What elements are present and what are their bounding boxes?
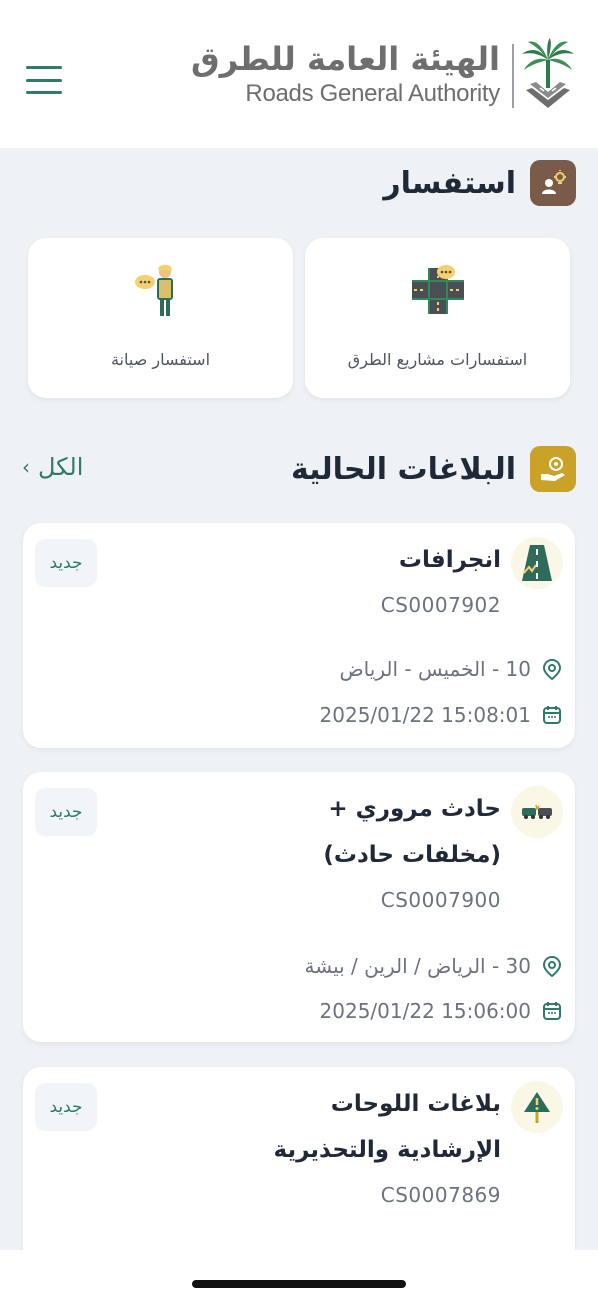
hand-report-icon: [541, 457, 565, 481]
see-all-link[interactable]: الكل ›: [22, 453, 83, 481]
report-datetime-row: 15:06:00 2025/01/22: [320, 999, 563, 1023]
report-location: 10 - الخميس - الرياض: [339, 657, 532, 681]
idea-person-icon: [542, 170, 566, 194]
status-badge: جديد: [35, 539, 97, 587]
logo-divider: [512, 44, 514, 108]
inquiry-section-title: استفسار: [383, 166, 516, 201]
report-location: 30 - الرياض / الرين / بيشة: [304, 954, 531, 978]
calendar-icon: [543, 706, 561, 724]
road-projects-inquiry-card[interactable]: استفسارات مشاريع الطرق: [305, 238, 570, 398]
status-badge: جديد: [35, 1083, 97, 1131]
report-datetime: 15:06:00 2025/01/22: [319, 999, 531, 1023]
logo-arabic-text: الهيئة العامة للطرق: [191, 40, 500, 78]
report-title-line2: الإرشادية والتحذيرية: [273, 1137, 502, 1163]
report-card[interactable]: جديد حادث مروري + (مخلفات حادث) CS000790…: [23, 772, 575, 1042]
palm-road-logo-icon: [522, 38, 574, 108]
calendar-icon: [543, 1002, 561, 1020]
logo-english-text: Roads General Authority: [245, 80, 500, 107]
report-title: انجرافات: [398, 547, 501, 573]
report-number: CS0007902: [380, 593, 501, 617]
bottom-bar: [0, 1250, 598, 1300]
maintenance-inquiry-label: استفسار صيانة: [110, 350, 211, 369]
report-location-row: 10 - الخميس - الرياض: [340, 657, 564, 681]
location-pin-icon: [542, 955, 562, 977]
chevron-left-icon: ›: [22, 455, 30, 479]
reports-section-icon: [530, 446, 576, 492]
report-location-row: 30 - الرياض / الرين / بيشة: [305, 954, 563, 978]
location-pin-icon: [542, 658, 562, 680]
home-indicator[interactable]: [192, 1280, 406, 1288]
road-erosion-icon: [511, 537, 563, 589]
report-number: CS0007900: [380, 888, 501, 912]
report-title: بلاغات اللوحات: [330, 1091, 501, 1117]
maintenance-inquiry-card[interactable]: استفسار صيانة: [28, 238, 293, 398]
see-all-label: الكل: [38, 453, 84, 481]
warning-sign-icon: [511, 1081, 563, 1133]
report-datetime: 15:08:01 2025/01/22: [319, 703, 531, 727]
inquiry-section-icon: [530, 160, 576, 206]
status-badge: جديد: [35, 788, 97, 836]
car-accident-icon: [511, 786, 563, 838]
road-crossing-icon: [411, 265, 464, 314]
report-card[interactable]: جديد انجرافات CS0007902 10 - الخميس - ال…: [23, 523, 575, 748]
report-title-line2: (مخلفات حادث): [323, 842, 501, 868]
menu-icon: [26, 66, 62, 69]
report-datetime-row: 15:08:01 2025/01/22: [320, 703, 563, 727]
report-number: CS0007869: [380, 1183, 501, 1207]
road-projects-inquiry-label: استفسارات مشاريع الطرق: [347, 350, 528, 369]
app-header: الهيئة العامة للطرق Roads General Author…: [0, 0, 598, 148]
reports-section-title: البلاغات الحالية: [290, 452, 516, 487]
report-title: حادث مروري +: [328, 796, 501, 822]
maintenance-worker-icon: [134, 264, 173, 316]
menu-button[interactable]: [26, 66, 62, 94]
